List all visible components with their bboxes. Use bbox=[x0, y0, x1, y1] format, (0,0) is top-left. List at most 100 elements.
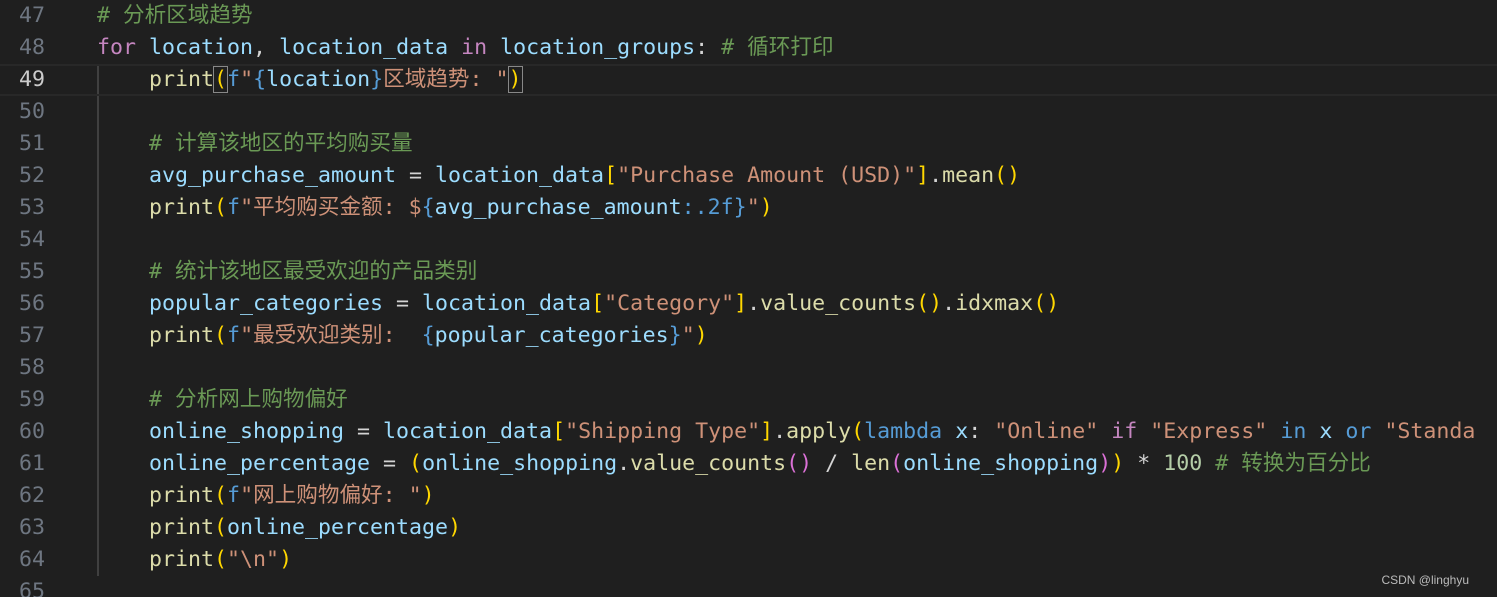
line-number: 49 bbox=[18, 67, 45, 92]
code-token: "\n" bbox=[227, 547, 280, 572]
code-token: "Purchase Amount (USD)" bbox=[617, 163, 917, 188]
code-token: print bbox=[149, 483, 215, 508]
line-code: avg_purchase_amount = location_data["Pur… bbox=[97, 160, 1020, 192]
code-token: "Online" bbox=[994, 419, 1099, 444]
code-token: ) bbox=[448, 515, 462, 540]
code-line[interactable]: 58 bbox=[0, 352, 1497, 384]
code-token: location bbox=[149, 35, 254, 60]
code-token: ( bbox=[409, 451, 423, 476]
code-token: online_percentage bbox=[149, 451, 371, 476]
code-token: print bbox=[149, 515, 215, 540]
line-code: print(online_percentage) bbox=[97, 512, 461, 544]
line-code: print(f"最受欢迎类别: {popular_categories}") bbox=[97, 320, 708, 352]
line-number: 62 bbox=[18, 483, 45, 508]
code-line[interactable]: 61 online_percentage = (online_shopping.… bbox=[0, 448, 1497, 480]
code-token: if bbox=[1111, 419, 1138, 444]
code-line[interactable]: 49 print(f"{location}区域趋势: ") bbox=[0, 64, 1497, 96]
code-token: ) bbox=[421, 483, 435, 508]
line-code: # 分析网上购物偏好 bbox=[97, 384, 348, 416]
code-token: [ bbox=[552, 419, 566, 444]
line-number: 58 bbox=[18, 355, 45, 380]
code-line[interactable]: 51 # 计算该地区的平均购买量 bbox=[0, 128, 1497, 160]
code-token: / bbox=[812, 451, 852, 476]
code-token: for bbox=[97, 35, 137, 60]
code-line[interactable]: 53 print(f"平均购买金额: ${avg_purchase_amount… bbox=[0, 192, 1497, 224]
line-code: print(f"网上购物偏好: ") bbox=[97, 480, 435, 512]
code-token: "Category" bbox=[604, 291, 735, 316]
line-code: print(f"{location}区域趋势: ") bbox=[97, 64, 523, 96]
code-token: "最受欢迎类别: bbox=[240, 323, 422, 348]
code-editor[interactable]: 47 # 分析区域趋势 48 for location, location_data … bbox=[0, 0, 1497, 597]
code-token: online_percentage bbox=[227, 515, 449, 540]
code-token: avg_purchase_amount bbox=[149, 163, 397, 188]
code-token: "Standa bbox=[1384, 419, 1476, 444]
code-token: () bbox=[916, 291, 943, 316]
code-token: ( bbox=[214, 515, 228, 540]
code-token: f bbox=[227, 483, 241, 508]
code-line[interactable]: 62 print(f"网上购物偏好: ") bbox=[0, 480, 1497, 512]
code-token: () bbox=[786, 451, 813, 476]
line-number: 51 bbox=[18, 131, 45, 156]
code-token: { bbox=[421, 323, 435, 348]
code-token: ( bbox=[214, 195, 228, 220]
line-number: 48 bbox=[18, 35, 45, 60]
code-line[interactable]: 63 print(online_percentage) bbox=[0, 512, 1497, 544]
code-token: "Shipping Type" bbox=[565, 419, 761, 444]
code-token: ) bbox=[1111, 451, 1125, 476]
code-token: : bbox=[968, 419, 995, 444]
line-code: # 计算该地区的平均购买量 bbox=[97, 128, 413, 160]
code-token: () bbox=[1033, 291, 1060, 316]
code-line[interactable]: 57 print(f"最受欢迎类别: {popular_categories}"… bbox=[0, 320, 1497, 352]
code-line[interactable]: 47 # 分析区域趋势 bbox=[0, 0, 1497, 32]
code-line[interactable]: 64 print("\n") bbox=[0, 544, 1497, 576]
code-line[interactable]: 52 avg_purchase_amount = location_data["… bbox=[0, 160, 1497, 192]
code-line[interactable]: 56 popular_categories = location_data["C… bbox=[0, 288, 1497, 320]
code-token: ] bbox=[760, 419, 774, 444]
code-token: . bbox=[617, 451, 631, 476]
code-line[interactable]: 50 bbox=[0, 96, 1497, 128]
code-token: # 计算该地区的平均购买量 bbox=[149, 131, 413, 156]
code-token: = bbox=[396, 163, 436, 188]
code-token: x bbox=[1319, 419, 1333, 444]
code-token: , bbox=[253, 35, 280, 60]
code-line[interactable]: 60 online_shopping = location_data["Ship… bbox=[0, 416, 1497, 448]
code-line[interactable]: 55 # 统计该地区最受欢迎的产品类别 bbox=[0, 256, 1497, 288]
code-token: avg_purchase_amount bbox=[434, 195, 682, 220]
code-token: " bbox=[240, 67, 254, 92]
code-token: ( bbox=[214, 547, 228, 572]
code-token: [ bbox=[591, 291, 605, 316]
code-token: online_shopping bbox=[149, 419, 345, 444]
code-line[interactable]: 48 for location, location_data in locatio… bbox=[0, 32, 1497, 64]
code-token: . bbox=[929, 163, 943, 188]
line-number: 59 bbox=[18, 387, 45, 412]
line-number: 53 bbox=[18, 195, 45, 220]
line-code: online_shopping = location_data["Shippin… bbox=[97, 416, 1475, 448]
code-token: idxmax bbox=[955, 291, 1034, 316]
code-line[interactable]: 65 bbox=[0, 576, 1497, 597]
code-token: . bbox=[942, 291, 956, 316]
code-line[interactable]: 54 bbox=[0, 224, 1497, 256]
code-token: "网上购物偏好: " bbox=[240, 483, 422, 508]
code-token: location bbox=[266, 67, 371, 92]
code-token: : bbox=[695, 35, 722, 60]
code-token: or bbox=[1345, 419, 1372, 444]
code-line[interactable]: 59 # 分析网上购物偏好 bbox=[0, 384, 1497, 416]
code-token: # 转换为百分比 bbox=[1215, 451, 1371, 476]
line-code: for location, location_data in location_… bbox=[97, 32, 834, 64]
code-token: print bbox=[149, 547, 215, 572]
line-code: print(f"平均购买金额: ${avg_purchase_amount:.2… bbox=[97, 192, 773, 224]
code-token: " bbox=[746, 195, 760, 220]
code-token: :.2f} bbox=[681, 195, 747, 220]
code-token: online_shopping bbox=[422, 451, 618, 476]
code-token: ] bbox=[734, 291, 748, 316]
code-token: apply bbox=[786, 419, 852, 444]
code-token: ( bbox=[213, 66, 229, 93]
code-token: { bbox=[253, 67, 267, 92]
code-token: "Express" bbox=[1150, 419, 1268, 444]
code-token: # 分析网上购物偏好 bbox=[149, 387, 348, 412]
